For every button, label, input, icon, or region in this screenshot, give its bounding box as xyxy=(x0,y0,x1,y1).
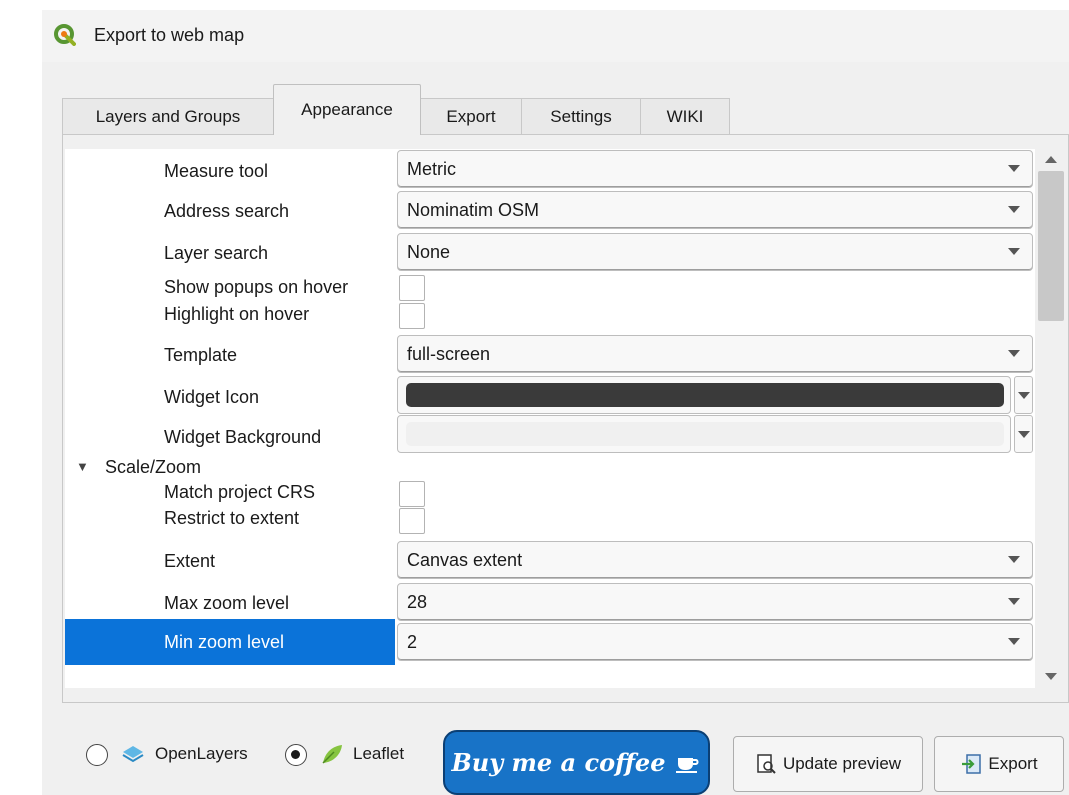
restrict-to-extent-checkbox[interactable] xyxy=(399,508,425,534)
layer-search-combo[interactable]: None xyxy=(397,233,1033,271)
extent-combo[interactable]: Canvas extent xyxy=(397,541,1033,579)
row-max-zoom-level: Max zoom level 28 xyxy=(65,577,1035,621)
template-value: full-screen xyxy=(407,344,491,364)
openlayers-icon xyxy=(122,746,144,763)
address-search-combo[interactable]: Nominatim OSM xyxy=(397,191,1033,229)
row-min-zoom-level[interactable]: Min zoom level 2 xyxy=(65,619,1035,665)
update-preview-label: Update preview xyxy=(782,754,902,773)
address-search-value: Nominatim OSM xyxy=(407,200,540,220)
widget-icon-swatch xyxy=(406,383,1004,407)
row-restrict-to-extent: Restrict to extent xyxy=(65,507,1035,535)
widget-background-swatch xyxy=(406,422,1004,446)
openlayers-label[interactable]: OpenLayers xyxy=(155,744,248,764)
restrict-to-extent-label: Restrict to extent xyxy=(164,508,300,528)
row-measure-tool: Measure tool Metric xyxy=(65,149,1035,189)
row-match-project-crs: Match project CRS xyxy=(65,479,1035,507)
row-highlight-on-hover: Highlight on hover xyxy=(65,301,1035,331)
extent-value: Canvas extent xyxy=(407,550,523,570)
widget-background-color-button[interactable] xyxy=(397,415,1011,453)
widget-icon-label: Widget Icon xyxy=(164,387,260,407)
expand-arrow-icon[interactable]: ▼ xyxy=(76,459,89,474)
widget-background-label: Widget Background xyxy=(164,427,322,447)
chevron-down-icon xyxy=(1018,431,1030,438)
chevron-down-icon xyxy=(1008,556,1020,563)
export-icon xyxy=(962,754,982,774)
highlight-on-hover-label: Highlight on hover xyxy=(164,304,310,324)
widget-icon-color-menu[interactable] xyxy=(1014,376,1033,414)
measure-tool-label: Measure tool xyxy=(164,161,269,181)
export-dialog: Export to web map Layers and Groups Appe… xyxy=(42,10,1069,795)
chevron-down-icon xyxy=(1008,165,1020,172)
layer-search-label: Layer search xyxy=(164,243,269,263)
settings-tree: Measure tool Metric Address search Nomin… xyxy=(65,149,1068,688)
template-label: Template xyxy=(164,345,238,365)
show-popups-label: Show popups on hover xyxy=(164,277,349,297)
extent-label: Extent xyxy=(164,551,216,571)
coffee-cup-icon xyxy=(676,757,699,773)
radio-selected-dot xyxy=(291,750,300,759)
buy-me-a-coffee-button[interactable]: Buy me a coffee xyxy=(443,730,710,795)
layer-search-value: None xyxy=(407,242,451,262)
window-title: Export to web map xyxy=(94,25,245,45)
leaflet-icon xyxy=(322,745,342,764)
qgis-logo-icon xyxy=(54,24,76,46)
appearance-panel: Measure tool Metric Address search Nomin… xyxy=(62,134,1069,703)
address-search-label: Address search xyxy=(164,201,290,221)
max-zoom-value: 28 xyxy=(407,592,428,612)
tab-layers-and-groups[interactable]: Layers and Groups xyxy=(62,98,274,134)
scroll-up-icon[interactable] xyxy=(1045,156,1057,163)
row-widget-background: Widget Background xyxy=(65,415,1035,455)
chevron-down-icon xyxy=(1008,638,1020,645)
widget-background-color-menu[interactable] xyxy=(1014,415,1033,453)
tab-wiki[interactable]: WIKI xyxy=(640,98,730,134)
max-zoom-label: Max zoom level xyxy=(164,593,290,613)
row-template: Template full-screen xyxy=(65,331,1035,373)
highlight-on-hover-checkbox[interactable] xyxy=(399,303,425,329)
template-combo[interactable]: full-screen xyxy=(397,335,1033,373)
coffee-label: Buy me a coffee xyxy=(451,748,666,777)
scale-zoom-group-label: Scale/Zoom xyxy=(105,457,202,477)
match-project-crs-checkbox[interactable] xyxy=(399,481,425,507)
row-extent: Extent Canvas extent xyxy=(65,535,1035,579)
export-label: Export xyxy=(988,754,1038,773)
row-address-search: Address search Nominatim OSM xyxy=(65,189,1035,231)
chevron-down-icon xyxy=(1008,598,1020,605)
title-bar: Export to web map xyxy=(42,10,1069,62)
min-zoom-value: 2 xyxy=(407,632,418,652)
match-project-crs-label: Match project CRS xyxy=(164,482,316,502)
chevron-down-icon xyxy=(1008,248,1020,255)
group-scale-zoom[interactable]: ▼ Scale/Zoom xyxy=(65,455,1035,479)
scroll-down-icon[interactable] xyxy=(1045,673,1057,680)
show-popups-checkbox[interactable] xyxy=(399,275,425,301)
min-zoom-label: Min zoom level xyxy=(164,632,285,652)
measure-tool-combo[interactable]: Metric xyxy=(397,150,1033,188)
tab-appearance[interactable]: Appearance xyxy=(273,84,421,135)
scrollbar-thumb[interactable] xyxy=(1038,171,1064,321)
preview-icon xyxy=(757,754,776,774)
tab-settings[interactable]: Settings xyxy=(521,98,641,134)
min-zoom-combo[interactable]: 2 xyxy=(397,623,1033,661)
leaflet-radio[interactable] xyxy=(285,744,307,766)
widget-icon-color-button[interactable] xyxy=(397,376,1011,414)
openlayers-radio[interactable] xyxy=(86,744,108,766)
update-preview-button[interactable]: Update preview xyxy=(733,736,923,792)
row-widget-icon: Widget Icon xyxy=(65,373,1035,415)
chevron-down-icon xyxy=(1008,206,1020,213)
export-button[interactable]: Export xyxy=(934,736,1064,792)
tab-export[interactable]: Export xyxy=(420,98,522,134)
chevron-down-icon xyxy=(1008,350,1020,357)
leaflet-label[interactable]: Leaflet xyxy=(353,744,404,764)
vertical-scrollbar[interactable] xyxy=(1035,149,1068,688)
row-show-popups-on-hover: Show popups on hover xyxy=(65,273,1035,301)
measure-tool-value: Metric xyxy=(407,159,456,179)
chevron-down-icon xyxy=(1018,392,1030,399)
max-zoom-combo[interactable]: 28 xyxy=(397,583,1033,621)
row-layer-search: Layer search None xyxy=(65,231,1035,273)
